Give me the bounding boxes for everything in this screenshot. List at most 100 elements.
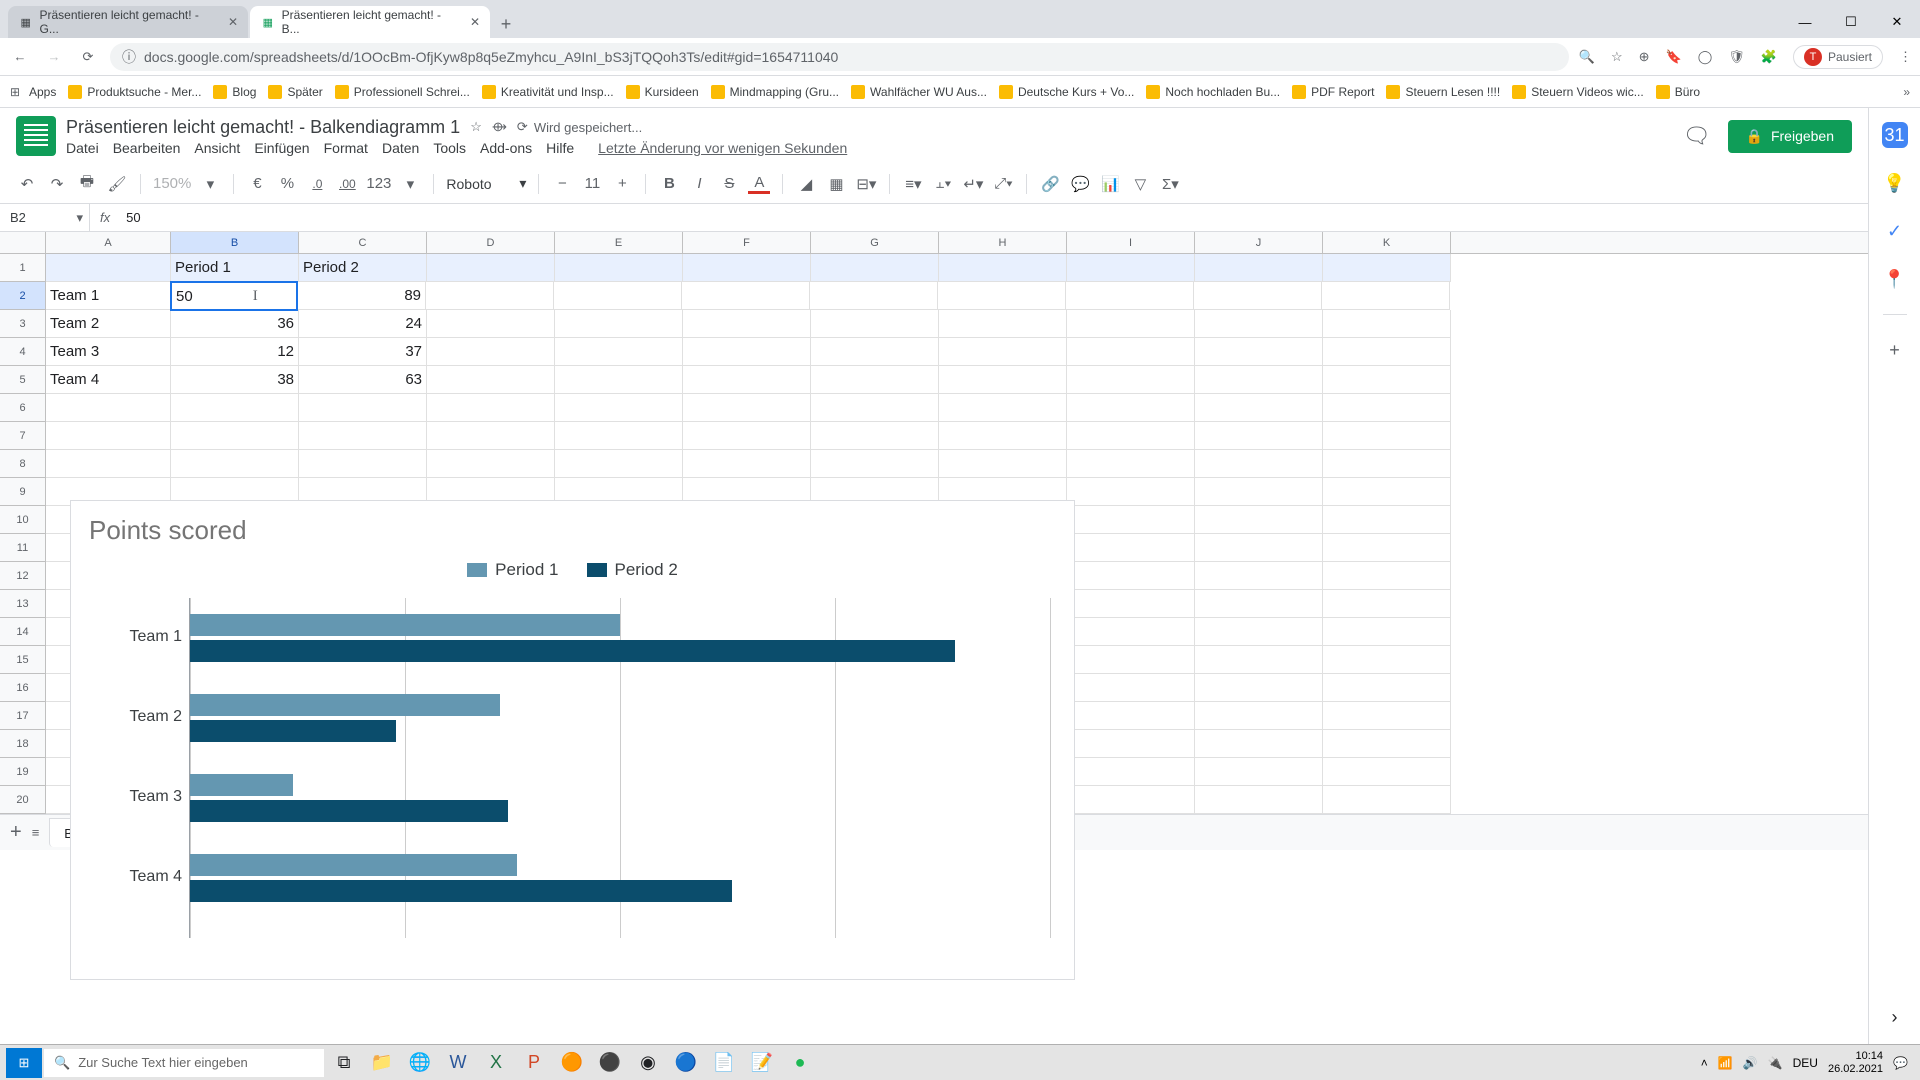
cell[interactable] [1323, 506, 1451, 534]
cell[interactable] [1067, 366, 1195, 394]
share-button[interactable]: 🔒 Freigeben [1728, 120, 1852, 153]
row-header[interactable]: 15 [0, 646, 46, 674]
cell[interactable] [1195, 534, 1323, 562]
cell[interactable] [46, 254, 171, 282]
bookmark-item[interactable]: Deutsche Kurs + Vo... [999, 85, 1134, 99]
extension-icon[interactable]: 🔖 [1666, 49, 1682, 65]
cell[interactable] [811, 422, 939, 450]
cell[interactable] [939, 394, 1067, 422]
bookmark-item[interactable]: PDF Report [1292, 85, 1374, 99]
row-header[interactable]: 13 [0, 590, 46, 618]
paint-format-button[interactable]: 🖌 [106, 175, 128, 193]
cell[interactable] [1323, 338, 1451, 366]
close-window-icon[interactable]: ✕ [1874, 6, 1920, 38]
chart-container[interactable]: Points scored Period 1 Period 2 Team 1Te… [70, 500, 1075, 980]
cell[interactable] [1322, 282, 1450, 310]
cell[interactable]: 37 [299, 338, 427, 366]
cell[interactable] [1323, 478, 1451, 506]
cell[interactable] [1067, 338, 1195, 366]
print-button[interactable]: 🖶 [76, 171, 98, 196]
cell[interactable] [1323, 310, 1451, 338]
filter-button[interactable]: ▽ [1129, 175, 1151, 193]
cell[interactable] [1067, 422, 1195, 450]
all-sheets-menu[interactable]: ≡ [32, 825, 40, 840]
apps-button[interactable]: ⊞Apps [10, 85, 56, 99]
menu-tools[interactable]: Tools [433, 140, 466, 156]
cell[interactable]: 63 [299, 366, 427, 394]
column-header[interactable]: B [171, 232, 299, 253]
excel-icon[interactable]: X [478, 1048, 514, 1078]
column-header[interactable]: D [427, 232, 555, 253]
row-header[interactable]: 3 [0, 310, 46, 338]
halign-button[interactable]: ≡▾ [902, 175, 924, 193]
column-header[interactable]: H [939, 232, 1067, 253]
cell[interactable] [683, 366, 811, 394]
row-header[interactable]: 20 [0, 786, 46, 814]
cell[interactable] [1067, 310, 1195, 338]
cell[interactable] [1195, 394, 1323, 422]
cell[interactable] [1067, 254, 1195, 282]
cell[interactable] [1323, 646, 1451, 674]
column-header[interactable]: G [811, 232, 939, 253]
cell[interactable] [555, 422, 683, 450]
edge-icon[interactable]: 🌐 [402, 1048, 438, 1078]
chevron-down-icon[interactable]: ▾ [199, 175, 221, 193]
menu-einfügen[interactable]: Einfügen [254, 140, 309, 156]
column-header[interactable]: K [1323, 232, 1451, 253]
borders-button[interactable]: ▦ [825, 175, 847, 193]
cell[interactable] [1195, 618, 1323, 646]
cell[interactable] [1323, 730, 1451, 758]
maximize-icon[interactable]: ☐ [1828, 6, 1874, 38]
menu-datei[interactable]: Datei [66, 140, 99, 156]
start-button[interactable]: ⊞ [6, 1048, 42, 1078]
cell[interactable] [939, 310, 1067, 338]
cell[interactable]: 89 [298, 282, 426, 310]
app-icon[interactable]: 📄 [706, 1048, 742, 1078]
add-sheet-button[interactable]: + [10, 821, 22, 844]
decrease-decimal[interactable]: .0 [306, 177, 328, 191]
cell[interactable]: Period 1 [171, 254, 299, 282]
cell[interactable] [1195, 590, 1323, 618]
cell[interactable] [1323, 254, 1451, 282]
translate-icon[interactable]: ⊕ [1639, 49, 1650, 65]
cell[interactable] [683, 450, 811, 478]
font-size-decrease[interactable]: − [551, 175, 573, 192]
cell[interactable] [555, 310, 683, 338]
bookmark-item[interactable]: Steuern Videos wic... [1512, 85, 1644, 99]
link-button[interactable]: 🔗 [1039, 175, 1061, 193]
cell[interactable] [171, 422, 299, 450]
bookmark-item[interactable]: Produktsuche - Mer... [68, 85, 201, 99]
menu-add-ons[interactable]: Add-ons [480, 140, 532, 156]
cell[interactable] [1195, 786, 1323, 814]
bookmark-item[interactable]: Mindmapping (Gru... [711, 85, 839, 99]
cell[interactable] [46, 422, 171, 450]
zoom-select[interactable]: 150% [153, 175, 191, 192]
browser-tab-active[interactable]: ▦ Präsentieren leicht gemacht! - B... ✕ [250, 6, 490, 38]
cell[interactable] [1323, 758, 1451, 786]
cell[interactable] [1067, 646, 1195, 674]
valign-button[interactable]: ⫠▾ [932, 175, 954, 192]
strikethrough-button[interactable]: S [718, 175, 740, 192]
cell[interactable] [1323, 702, 1451, 730]
row-header[interactable]: 5 [0, 366, 46, 394]
cell[interactable] [1067, 562, 1195, 590]
cell[interactable] [554, 282, 682, 310]
cell[interactable] [1195, 338, 1323, 366]
cell[interactable] [1195, 450, 1323, 478]
row-header[interactable]: 9 [0, 478, 46, 506]
cell[interactable] [299, 450, 427, 478]
cell[interactable] [938, 282, 1066, 310]
cell[interactable] [1067, 394, 1195, 422]
cell[interactable] [1195, 702, 1323, 730]
wrap-button[interactable]: ↵▾ [962, 175, 984, 193]
keep-icon[interactable]: 💡 [1882, 170, 1908, 196]
bookmark-item[interactable]: Noch hochladen Bu... [1146, 85, 1280, 99]
cell[interactable] [811, 394, 939, 422]
notepad-icon[interactable]: 📝 [744, 1048, 780, 1078]
profile-paused-pill[interactable]: T Pausiert [1793, 45, 1883, 69]
cell[interactable] [939, 254, 1067, 282]
last-change-link[interactable]: Letzte Änderung vor wenigen Sekunden [598, 140, 847, 156]
comments-icon[interactable]: 🗨 [1684, 123, 1710, 149]
bookmark-item[interactable]: Büro [1656, 85, 1700, 99]
spotify-icon[interactable]: ● [782, 1048, 818, 1078]
